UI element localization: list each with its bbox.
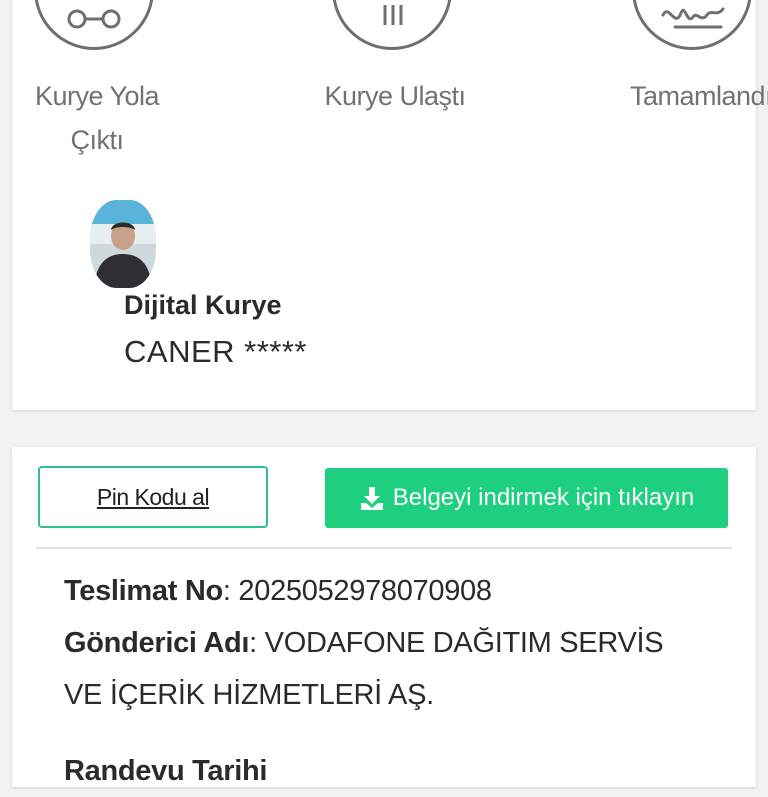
divider xyxy=(36,547,732,549)
step-label: Kurye Ulaştı xyxy=(324,81,466,111)
step-label: Tamamlandı xyxy=(629,81,768,111)
step-label-continued: Çıktı xyxy=(70,125,124,155)
delivery-number-value: : 20250529780709​08 xyxy=(222,575,492,607)
delivery-number-row: Teslimat No: 20250529780709​08 xyxy=(64,565,736,617)
download-icon xyxy=(360,487,383,510)
step-label: Kurye Yola xyxy=(34,81,160,111)
building-icon xyxy=(332,0,452,50)
delivery-details-card: Pin Kodu al Belgeyi indirmek için tıklay… xyxy=(12,447,756,787)
courier-name: CANER ***** xyxy=(124,334,307,369)
appointment-date-label: Randevu Tarihi xyxy=(64,755,268,787)
signature-icon xyxy=(632,0,752,50)
appointment-date-row: Randevu Tarihi xyxy=(64,745,736,797)
sender-name-value: : VODAFONE DAĞITIM SERVİS xyxy=(249,627,664,659)
get-pin-code-button[interactable]: Pin Kodu al xyxy=(38,466,268,528)
scooter-icon xyxy=(34,0,154,50)
courier-avatar xyxy=(90,200,156,288)
sender-name-row: Gönderici Adı: VODAFONE DAĞITIM SERVİS xyxy=(64,617,736,669)
delivery-number-label: Teslimat No xyxy=(64,575,223,607)
download-document-button[interactable]: Belgeyi indirmek için tıklayın xyxy=(325,468,728,528)
download-button-label: Belgeyi indirmek için tıklayın xyxy=(392,484,695,511)
sender-name-continued: VE İÇERİK HİZMETLERİ AŞ. xyxy=(64,679,434,711)
courier-role: Dijital Kurye xyxy=(124,290,282,320)
tracking-status-card: Kurye Yola Çıktı Kurye Ulaştı Tamamlandı xyxy=(12,0,768,410)
sender-name-label: Gönderici Adı xyxy=(64,627,250,659)
